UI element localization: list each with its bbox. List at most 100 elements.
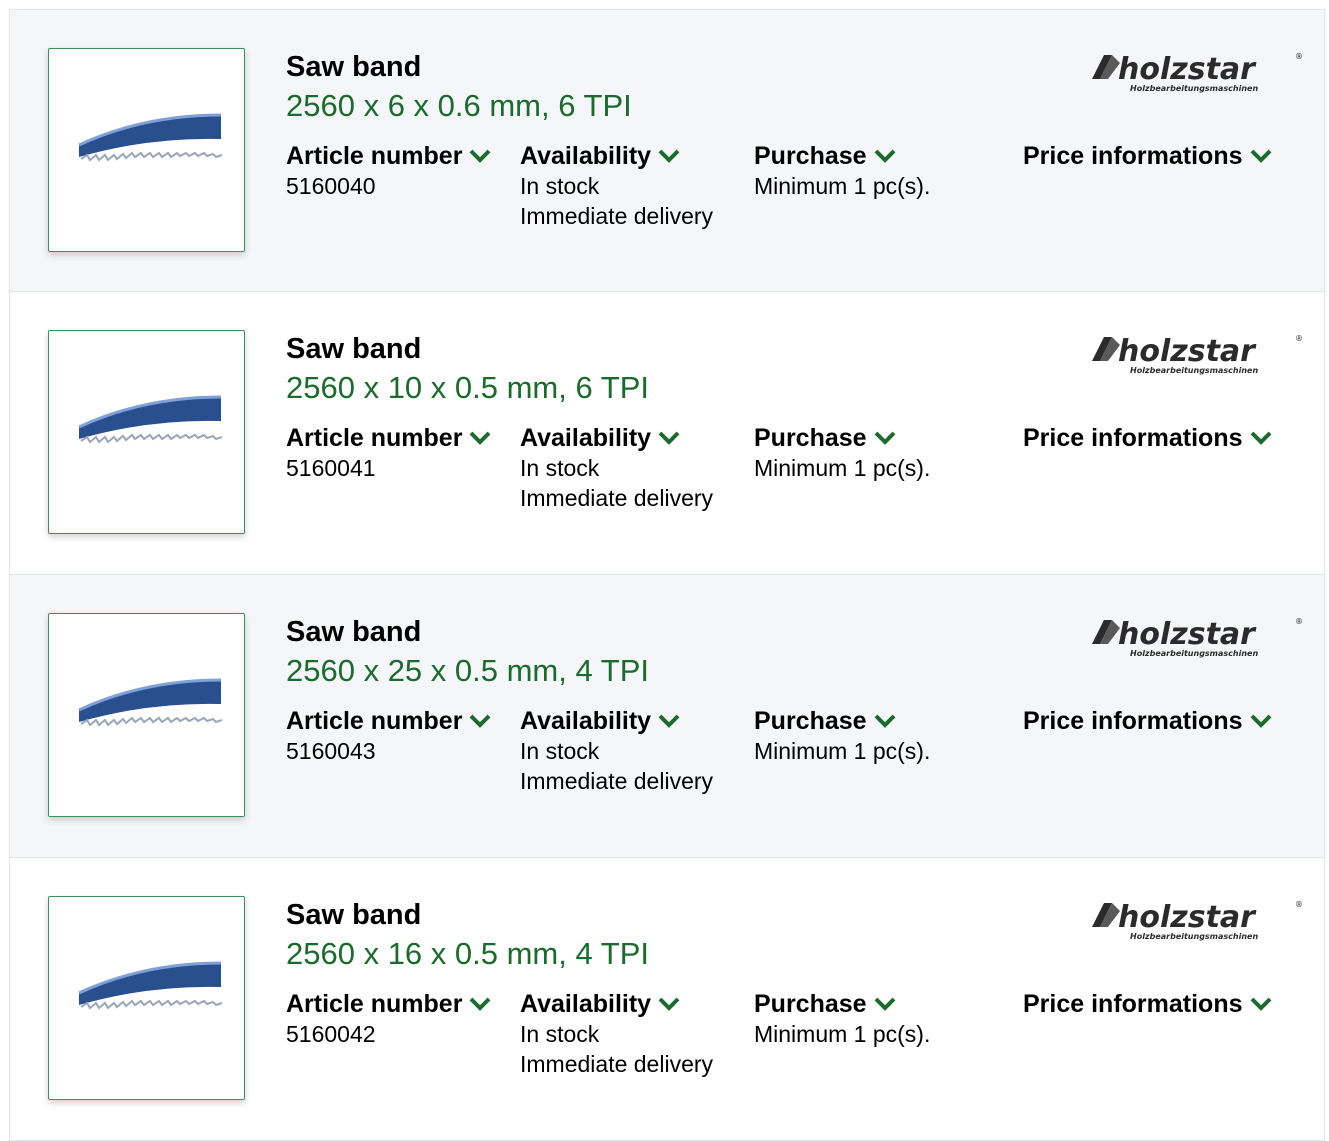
brand-tagline: Holzbearbeitungsmaschinen [1130,649,1258,658]
availability-toggle[interactable]: Availability [520,423,713,453]
purchase-label: Purchase [754,990,867,1018]
product-image[interactable] [48,48,245,252]
price-informations-section: Price informations [1023,706,1272,736]
article-number-value: 5160042 [286,1021,376,1047]
article-number-value: 5160041 [286,455,376,481]
availability-section: Availability In stock Immediate delivery [520,423,713,513]
article-number-label: Article number [286,424,463,452]
price-informations-toggle[interactable]: Price informations [1023,706,1272,736]
availability-toggle[interactable]: Availability [520,989,713,1019]
stock-status: In stock [520,455,600,481]
article-number-section: Article number 5160043 [286,706,491,766]
purchase-minimum: Minimum 1 pc(s). [754,738,931,764]
saw-band-image [78,678,223,727]
stock-status: In stock [520,1021,600,1047]
article-number-toggle[interactable]: Article number [286,423,491,453]
availability-label: Availability [520,424,652,452]
chevron-down-icon [658,997,680,1011]
price-informations-section: Price informations [1023,989,1272,1019]
brand-name: holzstar [1118,617,1257,652]
price-informations-label: Price informations [1023,424,1243,452]
chevron-down-icon [1250,714,1271,728]
saw-band-image [78,961,223,1010]
availability-toggle[interactable]: Availability [520,706,713,736]
price-informations-toggle[interactable]: Price informations [1023,141,1272,171]
svg-text:®: ® [1295,334,1302,343]
article-number-label: Article number [286,990,463,1018]
purchase-label: Purchase [754,142,867,170]
product-title[interactable]: Saw band [286,615,421,649]
price-informations-section: Price informations [1023,141,1272,171]
brand-tagline: Holzbearbeitungsmaschinen [1130,84,1258,93]
chevron-down-icon [658,714,680,728]
chevron-down-icon [1250,997,1271,1011]
saw-band-image [78,395,223,444]
purchase-label: Purchase [754,707,867,735]
product-title[interactable]: Saw band [286,50,421,84]
chevron-down-icon [1250,431,1271,445]
price-informations-toggle[interactable]: Price informations [1023,423,1272,453]
price-informations-toggle[interactable]: Price informations [1023,989,1272,1019]
price-informations-section: Price informations [1023,423,1272,453]
article-number-value: 5160043 [286,738,376,764]
article-number-value: 5160040 [286,173,376,199]
svg-text:®: ® [1295,617,1302,626]
product-title[interactable]: Saw band [286,332,421,366]
availability-label: Availability [520,707,652,735]
product-row: Saw band 2560 x 6 x 0.6 mm, 6 TPI Articl… [9,9,1325,292]
chevron-down-icon [658,431,680,445]
availability-label: Availability [520,142,652,170]
chevron-down-icon [874,149,895,163]
article-number-label: Article number [286,707,463,735]
purchase-toggle[interactable]: Purchase [754,423,930,453]
product-spec[interactable]: 2560 x 6 x 0.6 mm, 6 TPI [286,88,632,124]
availability-section: Availability In stock Immediate delivery [520,141,713,231]
delivery-status: Immediate delivery [520,485,714,511]
delivery-status: Immediate delivery [520,203,714,229]
chevron-down-icon [658,149,680,163]
brand-name: holzstar [1118,334,1257,369]
purchase-section: Purchase Minimum 1 pc(s). [754,706,930,766]
chevron-down-icon [874,997,895,1011]
chevron-down-icon [470,149,491,163]
article-number-toggle[interactable]: Article number [286,989,491,1019]
purchase-toggle[interactable]: Purchase [754,141,930,171]
article-number-label: Article number [286,142,463,170]
svg-text:®: ® [1295,900,1302,909]
article-number-section: Article number 5160042 [286,989,491,1049]
saw-band-image [78,113,223,162]
chevron-down-icon [470,714,491,728]
price-informations-label: Price informations [1023,142,1243,170]
product-image[interactable] [48,330,245,534]
availability-section: Availability In stock Immediate delivery [520,989,713,1079]
product-spec[interactable]: 2560 x 10 x 0.5 mm, 6 TPI [286,370,649,406]
purchase-section: Purchase Minimum 1 pc(s). [754,423,930,483]
purchase-section: Purchase Minimum 1 pc(s). [754,989,930,1049]
holzstar-logo: holzstar ® Holzbearbeitungsmaschinen [1090,897,1303,943]
brand-name: holzstar [1118,52,1257,87]
chevron-down-icon [470,431,491,445]
delivery-status: Immediate delivery [520,1051,714,1077]
stock-status: In stock [520,738,600,764]
product-row: Saw band 2560 x 25 x 0.5 mm, 4 TPI Artic… [9,575,1325,858]
product-spec[interactable]: 2560 x 25 x 0.5 mm, 4 TPI [286,653,649,689]
chevron-down-icon [874,431,895,445]
availability-section: Availability In stock Immediate delivery [520,706,713,796]
holzstar-logo: holzstar ® Holzbearbeitungsmaschinen [1090,614,1303,660]
delivery-status: Immediate delivery [520,768,714,794]
holzstar-logo: holzstar ® Holzbearbeitungsmaschinen [1090,331,1303,377]
product-list: Saw band 2560 x 6 x 0.6 mm, 6 TPI Articl… [9,9,1325,1141]
purchase-section: Purchase Minimum 1 pc(s). [754,141,930,201]
purchase-label: Purchase [754,424,867,452]
product-spec[interactable]: 2560 x 16 x 0.5 mm, 4 TPI [286,936,649,972]
availability-toggle[interactable]: Availability [520,141,713,171]
product-image[interactable] [48,896,245,1100]
product-row: Saw band 2560 x 10 x 0.5 mm, 6 TPI Artic… [9,292,1325,575]
purchase-toggle[interactable]: Purchase [754,989,930,1019]
product-image[interactable] [48,613,245,817]
product-title[interactable]: Saw band [286,898,421,932]
article-number-toggle[interactable]: Article number [286,706,491,736]
purchase-toggle[interactable]: Purchase [754,706,930,736]
chevron-down-icon [1250,149,1271,163]
article-number-toggle[interactable]: Article number [286,141,491,171]
